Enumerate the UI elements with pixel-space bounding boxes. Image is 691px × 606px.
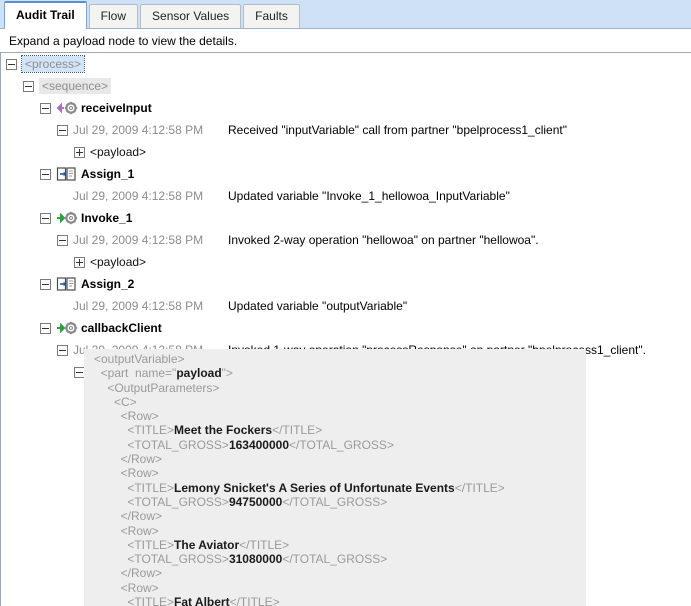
event-timestamp: Jul 29, 2009 4:12:58 PM — [73, 123, 204, 137]
xml-line: </Row> — [94, 509, 163, 524]
activity-label: Assign_2 — [81, 277, 135, 291]
xml-value: Meet the Fockers — [174, 423, 273, 438]
tree-node-row[interactable]: Invoke_1 — [1, 207, 691, 229]
invoke-icon — [56, 321, 78, 335]
collapse-icon[interactable] — [57, 344, 68, 356]
expand-icon[interactable] — [74, 256, 85, 268]
event-timestamp: Jul 29, 2009 4:12:58 PM — [73, 233, 204, 247]
xml-line: </Row> — [94, 452, 163, 467]
xml-value: payload — [176, 366, 222, 381]
tree-event-row[interactable]: Jul 29, 2009 4:12:58 PM Updated variable … — [1, 295, 691, 317]
collapse-icon[interactable] — [57, 234, 68, 246]
xml-line: <OutputParameters> — [94, 380, 220, 395]
receive-icon — [56, 101, 78, 115]
xml-line: <TITLE>The Aviator</TITLE> — [94, 537, 290, 552]
payload-label: <payload> — [90, 145, 147, 159]
event-timestamp: Jul 29, 2009 4:12:58 PM — [73, 189, 204, 203]
xml-line: <Row> — [94, 580, 159, 595]
event-message: Updated variable "outputVariable" — [228, 299, 408, 313]
payload-label: <payload> — [90, 255, 147, 269]
xml-value: 163400000 — [228, 437, 290, 452]
tree-payload-row[interactable]: <payload> — [1, 141, 691, 163]
activity-label: receiveInput — [81, 101, 152, 115]
xml-line: <TOTAL_GROSS>94750000</TOTAL_GROSS> — [94, 494, 388, 509]
assign-icon — [56, 167, 78, 181]
event-timestamp: Jul 29, 2009 4:12:58 PM — [73, 299, 204, 313]
xml-line: <C> — [94, 394, 137, 409]
audit-trail-panel: Audit Trail Flow Sensor Values Faults Expan… — [0, 0, 691, 606]
tab-audit-trail[interactable]: Audit Trail — [4, 1, 87, 29]
collapse-icon[interactable] — [57, 124, 68, 136]
collapse-icon[interactable] — [40, 322, 51, 334]
tab-sensor-values[interactable]: Sensor Values — [140, 4, 242, 28]
activity-label: Invoke_1 — [81, 211, 133, 225]
collapse-icon[interactable] — [40, 102, 51, 114]
xml-value: 31080000 — [228, 552, 283, 567]
tab-bar: Audit Trail Flow Sensor Values Faults — [0, 0, 691, 29]
xml-line: </Row> — [94, 566, 163, 581]
xml-value: Lemony Snicket's A Series of Unfortunate… — [174, 480, 455, 495]
tree-payload-row[interactable]: <payload> — [1, 251, 691, 273]
event-message: Updated variable "Invoke_1_hellowoa_Inpu… — [228, 189, 510, 203]
tree-node-row[interactable]: <sequence> — [1, 75, 691, 97]
xml-line: <TOTAL_GROSS>31080000</TOTAL_GROSS> — [94, 552, 388, 567]
xml-line: <part name="payload"> — [94, 366, 233, 381]
activity-label: callbackClient — [81, 321, 162, 335]
event-message: Invoked 2-way operation "hellowoa" on pa… — [228, 233, 539, 247]
xml-line: <TITLE>Lemony Snicket's A Series of Unfo… — [94, 480, 505, 495]
xml-line: <TOTAL_GROSS>163400000</TOTAL_GROSS> — [94, 437, 394, 452]
tab-flow[interactable]: Flow — [88, 4, 139, 28]
expand-icon[interactable] — [74, 146, 85, 158]
xml-node-label: <sequence> — [39, 78, 112, 94]
event-message: Received "inputVariable" call from partn… — [228, 123, 567, 137]
collapse-icon[interactable] — [40, 212, 51, 224]
tree-node-row[interactable]: <process> — [1, 53, 691, 75]
activity-label: Assign_1 — [81, 167, 135, 181]
xml-value: 94750000 — [228, 494, 283, 509]
tree-node-row[interactable]: Assign_1 — [1, 163, 691, 185]
collapse-icon[interactable] — [23, 80, 34, 92]
tab-faults[interactable]: Faults — [243, 4, 300, 28]
tree-event-row[interactable]: Jul 29, 2009 4:12:58 PM Received "inputVa… — [1, 119, 691, 141]
invoke-icon — [56, 211, 78, 225]
tree-event-row[interactable]: Jul 29, 2009 4:12:58 PM Updated variable … — [1, 185, 691, 207]
collapse-icon[interactable] — [40, 168, 51, 180]
collapse-icon[interactable] — [6, 58, 17, 70]
xml-line: <Row> — [94, 466, 159, 481]
collapse-icon[interactable] — [40, 278, 51, 290]
xml-line: <Row> — [94, 523, 159, 538]
xml-line: <TITLE>Fat Albert</TITLE> — [94, 595, 586, 606]
tree-node-row[interactable]: receiveInput — [1, 97, 691, 119]
xml-line: <TITLE>Meet the Fockers</TITLE> — [94, 423, 323, 438]
payload-xml-viewer: <outputVariable> <part name="payload"> <… — [84, 349, 586, 606]
tree-node-row[interactable]: callbackClient — [1, 317, 691, 339]
xml-line: <Row> — [94, 409, 159, 424]
xml-value: Fat Albert — [174, 595, 230, 606]
xml-value: The Aviator — [174, 537, 240, 552]
xml-line: <outputVariable> — [94, 352, 185, 366]
instruction-text: Expand a payload node to view the detail… — [0, 29, 691, 53]
tree-node-row[interactable]: Assign_2 — [1, 273, 691, 295]
xml-node-label: <process> — [20, 55, 86, 73]
assign-icon — [56, 277, 78, 291]
tree-event-row[interactable]: Jul 29, 2009 4:12:58 PM Invoked 2-way ope… — [1, 229, 691, 251]
